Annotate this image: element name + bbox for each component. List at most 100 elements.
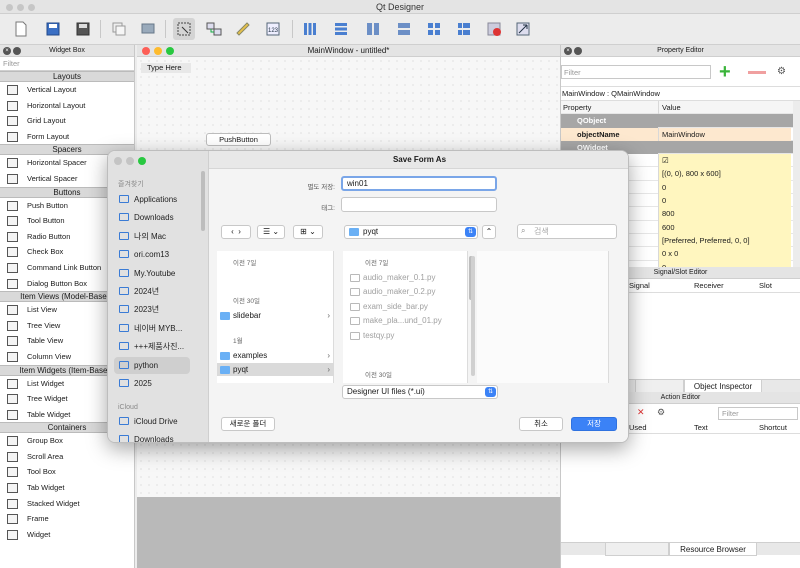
folder-item[interactable]: slidebar › (217, 309, 334, 322)
property-value[interactable]: 800 (658, 207, 791, 221)
sidebar-item[interactable]: 나의 Mac (114, 228, 190, 245)
remove-property-icon[interactable] (748, 71, 766, 74)
save-icon[interactable] (42, 18, 64, 40)
folder-icon (220, 312, 230, 320)
property-row[interactable]: objectName MainWindow (561, 127, 800, 141)
property-row[interactable]: QObject (561, 114, 800, 128)
search-field[interactable]: 검색 (517, 224, 617, 239)
widget-item[interactable]: Form Layout (0, 129, 134, 145)
float-icon[interactable] (574, 47, 582, 55)
form-zoom-button[interactable] (166, 47, 174, 55)
sidebar-item[interactable]: 2025 (114, 375, 190, 392)
minimize-window-button[interactable] (17, 4, 24, 11)
save-as-field[interactable]: win01 (341, 176, 497, 191)
sidebar-scrollbar[interactable] (201, 171, 205, 231)
delete-action-icon[interactable]: ✕ (637, 407, 645, 418)
save-button[interactable]: 저장 (571, 417, 617, 431)
sidebar-item[interactable]: 2024년 (114, 283, 190, 300)
sidebar-item[interactable]: ori.com13 (114, 246, 190, 263)
edit-buddies-icon[interactable] (232, 18, 254, 40)
copy-icon[interactable] (108, 18, 130, 40)
sidebar-item[interactable]: Downloads (114, 431, 190, 442)
close-icon[interactable]: × (3, 47, 11, 55)
widget-item[interactable]: Horizontal Layout (0, 98, 134, 114)
new-form-icon[interactable] (10, 18, 32, 40)
property-value[interactable]: ☑ (658, 154, 791, 168)
close-window-button[interactable] (6, 4, 13, 11)
widget-category[interactable]: Layouts (0, 71, 134, 82)
add-property-icon[interactable]: + (719, 62, 731, 82)
property-filter-input[interactable]: Filter (561, 65, 711, 79)
property-value[interactable]: 0 (658, 194, 791, 208)
float-icon[interactable] (13, 47, 21, 55)
property-value[interactable]: MainWindow (658, 127, 791, 141)
sidebar-item[interactable]: 2023년 (114, 301, 190, 318)
widget-item[interactable]: Scroll Area (0, 449, 134, 465)
sidebar-item[interactable]: 네이버 MYB... (114, 320, 190, 337)
form-layout-icon[interactable] (453, 18, 475, 40)
widget-item[interactable]: Tool Box (0, 464, 134, 480)
sidebar-item[interactable]: Downloads (114, 209, 190, 226)
file-item[interactable]: audio_maker_0.2.py (347, 285, 465, 298)
form-minimize-button[interactable] (154, 47, 162, 55)
property-value[interactable]: 0 x 0 (658, 247, 791, 261)
dialog-close-button[interactable] (114, 157, 122, 165)
cancel-button[interactable]: 취소 (519, 417, 563, 431)
splitter-h-icon[interactable] (362, 18, 384, 40)
sidebar-item[interactable]: +++제품사진... (114, 338, 190, 355)
form-close-button[interactable] (142, 47, 150, 55)
property-value[interactable]: [Preferred, Preferred, 0, 0] (658, 233, 791, 248)
property-scrollbar[interactable] (793, 101, 800, 267)
close-icon[interactable]: × (564, 47, 572, 55)
file-format-popup[interactable]: Designer UI files (*.ui) ⇅ (342, 385, 498, 399)
form-push-button[interactable]: PushButton (206, 133, 271, 146)
widget-item[interactable]: Frame (0, 511, 134, 527)
edit-signals-icon[interactable] (203, 18, 225, 40)
property-value[interactable]: 0 (658, 180, 791, 195)
location-popup[interactable]: pyqt ⇅ (344, 225, 478, 239)
dialog-zoom-button[interactable] (138, 157, 146, 165)
menubar-type-here[interactable]: Type Here (141, 63, 191, 73)
save-as-icon[interactable] (72, 18, 94, 40)
widget-item[interactable]: Grid Layout (0, 113, 134, 129)
widget-item[interactable]: Widget (0, 527, 134, 543)
file-item[interactable]: testqy.py (347, 329, 465, 342)
widget-item[interactable]: Tab Widget (0, 480, 134, 496)
group-mode-button[interactable]: ⊞ ⌄ (293, 225, 323, 239)
zoom-window-button[interactable] (28, 4, 35, 11)
tab-action-editor[interactable] (605, 543, 669, 556)
break-layout-icon[interactable] (483, 18, 505, 40)
layers-icon[interactable] (137, 18, 159, 40)
view-mode-button[interactable]: ☰ ⌄ (257, 225, 285, 239)
widget-item[interactable]: Stacked Widget (0, 496, 134, 512)
tab-resource-browser[interactable]: Resource Browser (669, 543, 757, 556)
folder-item[interactable]: pyqt › (217, 363, 334, 376)
file-item[interactable]: exam_side_bar.py (347, 300, 465, 313)
configure-icon[interactable]: ⚙ (657, 407, 665, 418)
file-item[interactable]: audio_maker_0.1.py (347, 271, 465, 284)
folder-item[interactable]: examples › (217, 349, 334, 362)
back-forward-buttons[interactable]: ‹ › (221, 225, 251, 239)
splitter-v-icon[interactable] (393, 18, 415, 40)
dialog-minimize-button[interactable] (126, 157, 134, 165)
edit-widgets-icon[interactable] (173, 18, 195, 40)
edit-tab-order-icon[interactable]: 123 (262, 18, 284, 40)
expand-button[interactable]: ⌃ (482, 225, 496, 239)
new-folder-button[interactable]: 새로운 폴더 (221, 417, 275, 431)
configure-icon[interactable]: ⚙ (777, 66, 791, 78)
adjust-size-icon[interactable] (512, 18, 534, 40)
lay-out-horizontally-icon[interactable] (299, 18, 321, 40)
widget-item[interactable]: Vertical Layout (0, 82, 134, 98)
property-value[interactable]: 600 (658, 220, 791, 234)
property-value[interactable]: [(0, 0), 800 x 600] (658, 167, 791, 181)
widget-filter-input[interactable]: Filter (0, 57, 134, 71)
grid-layout-icon[interactable] (423, 18, 445, 40)
sidebar-item[interactable]: iCloud Drive (114, 413, 190, 430)
file-item[interactable]: make_pla...und_01.py (347, 314, 465, 327)
sidebar-item[interactable]: My.Youtube (114, 265, 190, 282)
sidebar-item[interactable]: Applications (114, 191, 190, 208)
tags-field[interactable] (341, 197, 497, 212)
sidebar-item[interactable]: python (114, 356, 190, 374)
action-filter-input[interactable]: Filter (718, 407, 798, 420)
lay-out-vertically-icon[interactable] (330, 18, 352, 40)
